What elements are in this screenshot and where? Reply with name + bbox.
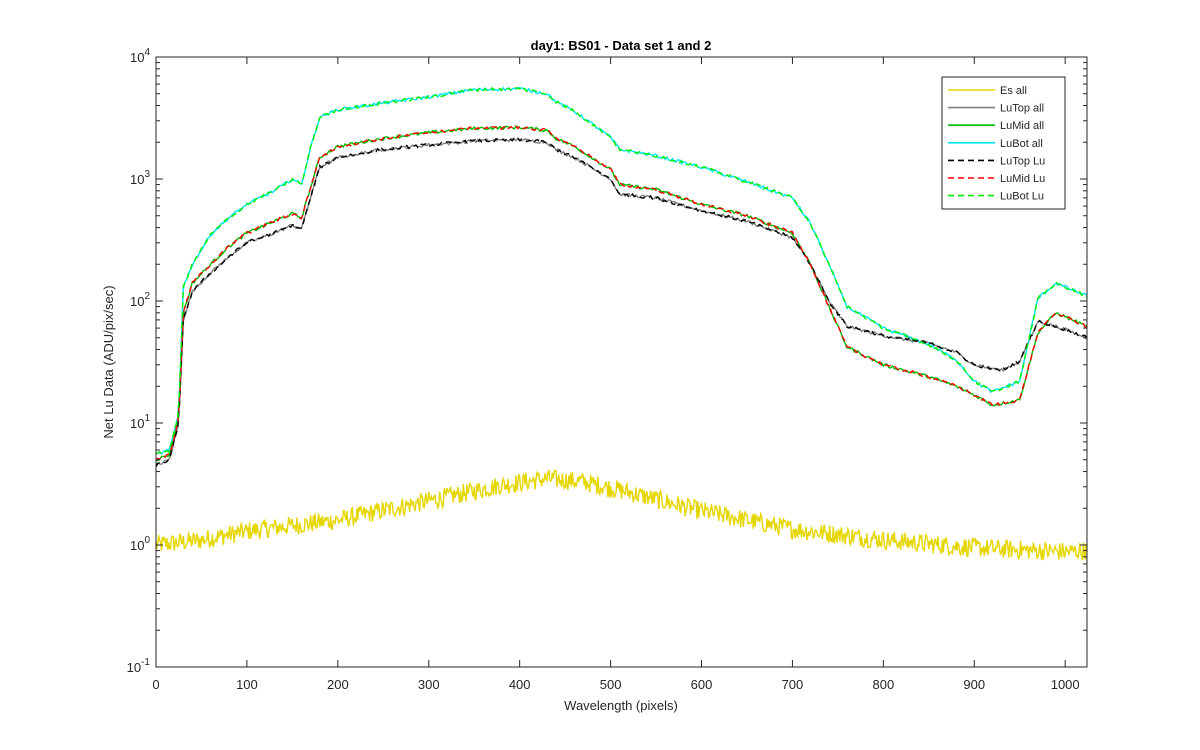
x-tick-label: 1000 <box>1051 677 1080 692</box>
x-tick-label: 500 <box>600 677 622 692</box>
legend-label-5: LuMid Lu <box>1000 173 1045 185</box>
x-tick-label: 600 <box>691 677 713 692</box>
x-tick-label: 800 <box>872 677 894 692</box>
x-tick-label: 100 <box>236 677 258 692</box>
x-axis-label: Wavelength (pixels) <box>564 698 678 713</box>
x-tick-label: 200 <box>327 677 349 692</box>
x-tick-label: 400 <box>509 677 531 692</box>
legend-label-4: LuTop Lu <box>1000 155 1045 167</box>
legend-label-1: LuTop all <box>1000 103 1044 115</box>
legend: Es all LuTop all LuMid all LuBot all LuTop L… <box>941 76 1066 210</box>
x-tick-label: 900 <box>963 677 985 692</box>
x-tick-label: 300 <box>418 677 440 692</box>
legend-label-0: Es all <box>1000 85 1027 97</box>
legend-label-3: LuBot all <box>1000 138 1043 150</box>
chart-figure: 0 100 200 300 400 500 600 700 800 900 100010-11001… <box>0 0 1200 750</box>
chart-title: day1: BS01 - Data set 1 and 2 <box>531 38 712 53</box>
x-tick-label: 700 <box>782 677 804 692</box>
legend-label-2: LuMid all <box>1000 120 1044 132</box>
x-tick-label: 0 <box>152 677 159 692</box>
legend-label-6: LuBot Lu <box>1000 191 1044 203</box>
y-axis-label: Net Lu Data (ADU/pix/sec) <box>101 285 116 438</box>
